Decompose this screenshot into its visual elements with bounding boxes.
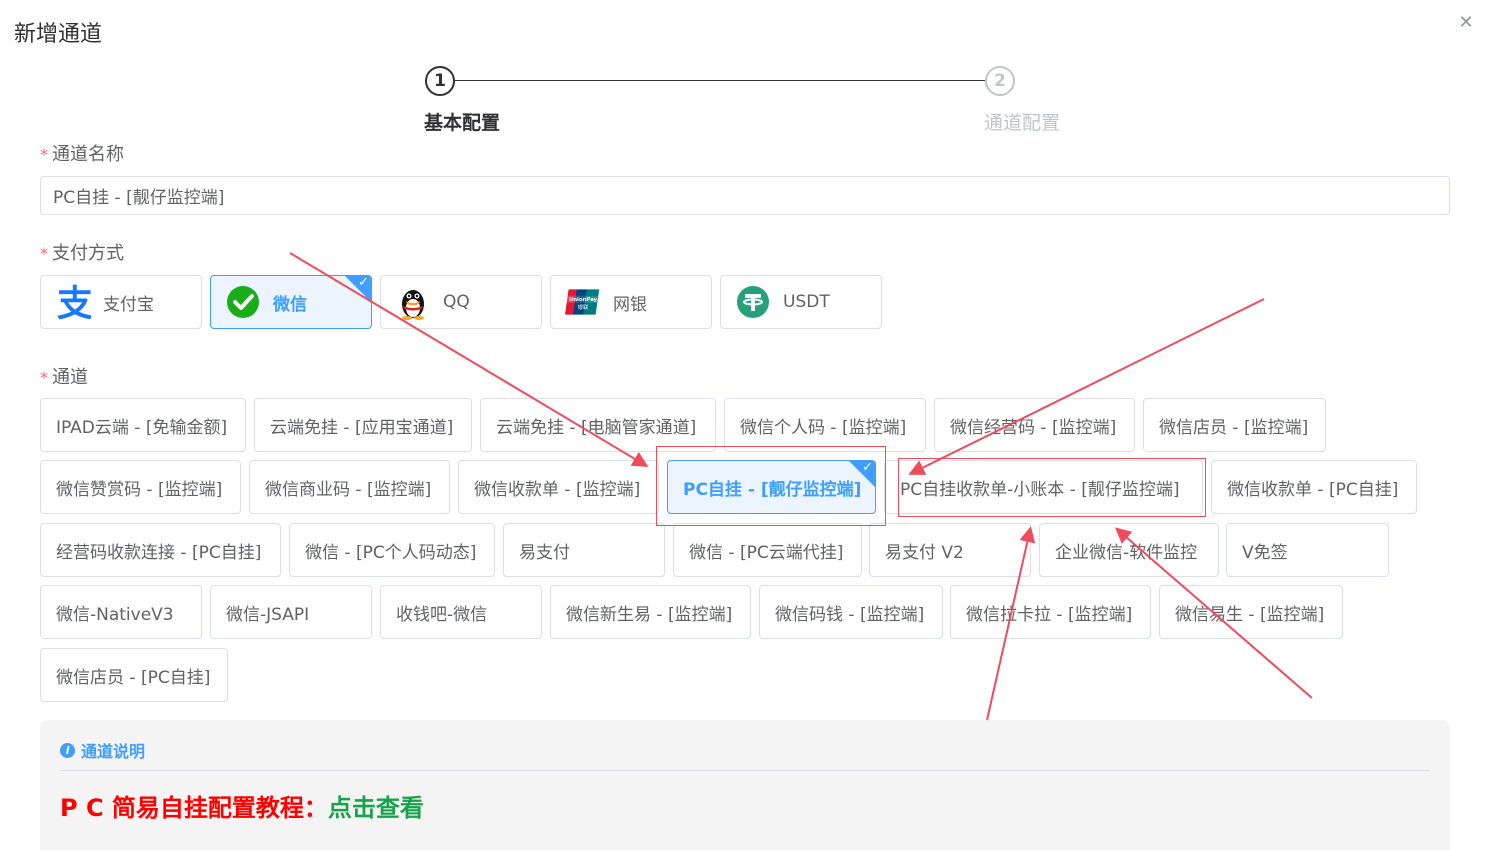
info-title: 通道说明 (81, 742, 146, 761)
info-divider (60, 770, 1430, 771)
alipay-icon: 支 (55, 283, 91, 321)
channel-option[interactable]: 微信-JSAPI (210, 585, 372, 639)
channel-option-label: PC自挂 - [靓仔监控端] (683, 479, 862, 500)
required-mark: * (40, 145, 48, 164)
channel-info-panel: i 通道说明 P C 简易自挂配置教程：点击查看 (40, 720, 1450, 850)
check-icon: ✓ (358, 275, 369, 290)
channel-option[interactable]: 易支付 (503, 523, 665, 577)
close-icon[interactable]: ✕ (1455, 12, 1477, 34)
channel-name-input[interactable] (40, 176, 1450, 215)
channel-option[interactable]: 微信个人码 - [监控端] (724, 398, 926, 452)
step-2-label: 通道配置 (984, 112, 1061, 134)
channel-label-text: 通道 (52, 367, 88, 388)
pay-method-label: USDT (783, 292, 830, 312)
channel-option[interactable]: 微信商业码 - [监控端] (249, 460, 450, 514)
channel-option[interactable]: 云端免挂 - [电脑管家通道] (480, 398, 716, 452)
info-tutorial-text: P C 简易自挂配置教程：点击查看 (60, 788, 424, 823)
tutorial-link[interactable]: 点击查看 (328, 794, 424, 822)
step-2-circle: 2 (985, 66, 1015, 96)
required-mark: * (40, 368, 48, 387)
channel-option[interactable]: 微信赞赏码 - [监控端] (40, 460, 241, 514)
channel-option[interactable]: 微信易生 - [监控端] (1159, 585, 1343, 639)
channel-option[interactable]: 经营码收款连接 - [PC自挂] (40, 523, 281, 577)
channel-option[interactable]: 微信收款单 - [监控端] (458, 460, 659, 514)
channel-option[interactable]: 微信店员 - [监控端] (1143, 398, 1326, 452)
steps-connector-line (455, 80, 985, 81)
pay-method-label: 支付宝 (103, 294, 154, 315)
channel-option[interactable]: 微信-NativeV3 (40, 585, 202, 639)
channel-option[interactable]: 微信店员 - [PC自挂] (40, 648, 228, 702)
tether-icon (735, 284, 771, 320)
channel-label: * 通道 (40, 363, 88, 389)
channel-option[interactable]: 微信经营码 - [监控端] (934, 398, 1135, 452)
pay-method-alipay[interactable]: 支 支付宝 (40, 275, 202, 329)
required-mark: * (40, 244, 48, 263)
channel-option[interactable]: IPAD云端 - [免输金额] (40, 398, 246, 452)
pay-method-label-text: 支付方式 (52, 243, 124, 264)
qq-icon (395, 284, 431, 320)
pay-method-label: * 支付方式 (40, 239, 124, 265)
pay-method-qq[interactable]: QQ (380, 275, 542, 329)
svg-text:支: 支 (57, 283, 91, 321)
info-icon: i (60, 742, 75, 758)
channel-option[interactable]: 收钱吧-微信 (380, 585, 542, 639)
channel-option[interactable]: 微信拉卡拉 - [监控端] (950, 585, 1151, 639)
wechat-icon (225, 284, 261, 320)
channel-option-selected[interactable]: PC自挂 - [靓仔监控端] ✓ (667, 460, 876, 514)
channel-option[interactable]: 云端免挂 - [应用宝通道] (254, 398, 472, 452)
check-icon: ✓ (862, 460, 873, 475)
channel-option[interactable]: 微信 - [PC云端代挂] (673, 523, 862, 577)
channel-option[interactable]: V免签 (1226, 523, 1389, 577)
dialog-title: 新增通道 (14, 22, 103, 47)
channel-option[interactable]: 微信码钱 - [监控端] (759, 585, 943, 639)
pay-method-label: 微信 (273, 294, 307, 315)
pay-method-unionpay[interactable]: UnionPay 银联 网银 (550, 275, 712, 329)
info-header: i 通道说明 (60, 738, 145, 762)
channel-option[interactable]: 微信 - [PC个人码动态] (289, 523, 495, 577)
channel-option[interactable]: 微信收款单 - [PC自挂] (1211, 460, 1417, 514)
channel-name-label: * 通道名称 (40, 140, 124, 166)
step-1-circle: 1 (425, 66, 455, 96)
svg-text:银联: 银联 (578, 303, 589, 311)
tutorial-prefix: P C 简易自挂配置教程： (60, 794, 328, 822)
channel-option[interactable]: 易支付 V2 (869, 523, 1031, 577)
unionpay-icon: UnionPay 银联 (565, 284, 601, 320)
pay-method-label: QQ (443, 292, 470, 312)
pay-method-label: 网银 (613, 294, 647, 315)
step-1-label: 基本配置 (424, 112, 501, 134)
channel-option[interactable]: 企业微信-软件监控 (1039, 523, 1219, 577)
pay-method-usdt[interactable]: USDT (720, 275, 882, 329)
channel-option[interactable]: PC自挂收款单-小账本 - [靓仔监控端] (884, 460, 1203, 514)
channel-option[interactable]: 微信新生易 - [监控端] (550, 585, 751, 639)
pay-method-wechat[interactable]: 微信 ✓ (210, 275, 372, 329)
svg-text:UnionPay: UnionPay (569, 297, 598, 303)
channel-name-label-text: 通道名称 (52, 144, 124, 165)
